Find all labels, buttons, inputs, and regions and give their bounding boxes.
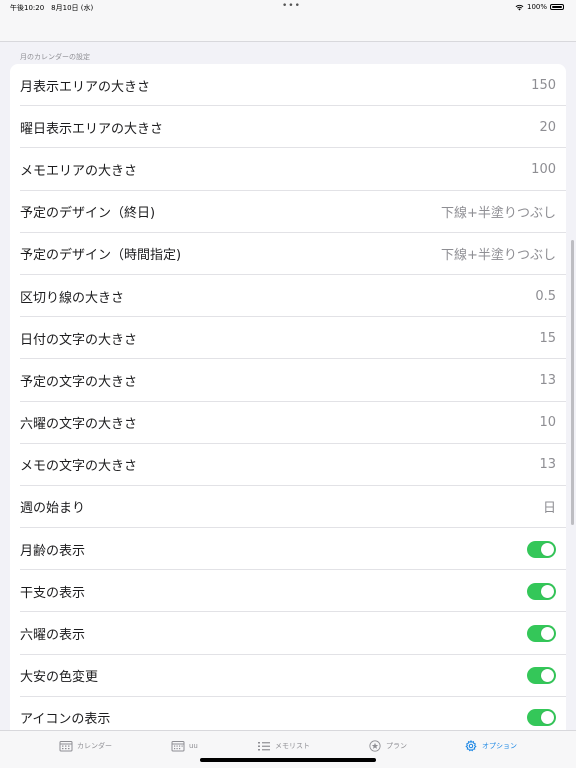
status-bar: 午後10:20 8月10日 (水) ••• 100% <box>0 0 576 14</box>
setting-row-month-area-size[interactable]: 月表示エリアの大きさ 150 <box>10 64 566 107</box>
tab-label: カレンダー <box>77 742 112 750</box>
setting-row-eto: 干支の表示 <box>10 570 566 613</box>
calendar-grid-icon <box>171 741 185 752</box>
tab-calendar[interactable]: カレンダー <box>59 740 112 752</box>
setting-row-event-design-allday[interactable]: 予定のデザイン（終日) 下線+半塗りつぶし <box>10 191 566 233</box>
setting-value: 下線+半塗りつぶし <box>440 248 556 264</box>
setting-row-weekday-area-size[interactable]: 曜日表示エリアの大きさ 20 <box>10 106 566 149</box>
setting-value: 13 <box>539 372 556 388</box>
eto-toggle[interactable] <box>527 582 556 600</box>
setting-label: 予定の文字の大きさ <box>20 374 138 390</box>
setting-row-event-font-size[interactable]: 予定の文字の大きさ 13 <box>10 359 566 402</box>
tab-label: オプション <box>482 742 517 750</box>
tab-plan[interactable]: プラン <box>368 740 407 752</box>
gear-icon <box>465 740 477 752</box>
setting-value: 100 <box>531 161 556 177</box>
setting-value: 日 <box>542 501 556 517</box>
calendar-icon <box>59 741 73 752</box>
setting-row-rokuyo: 六曜の表示 <box>10 612 566 655</box>
setting-label: 区切り線の大きさ <box>20 290 125 306</box>
star-icon <box>369 740 381 752</box>
setting-row-icon-display: アイコンの表示 <box>10 697 566 734</box>
setting-label: 予定のデザイン（終日) <box>20 206 156 222</box>
setting-label: 日付の文字の大きさ <box>20 332 138 348</box>
wifi-icon <box>515 4 524 10</box>
setting-value: 0.5 <box>535 288 556 304</box>
setting-row-rokuyo-font-size[interactable]: 六曜の文字の大きさ 10 <box>10 402 566 444</box>
tab-label: プラン <box>386 742 407 750</box>
section-header: 月のカレンダーの設定 <box>20 53 90 61</box>
tab-label: uu <box>189 742 198 750</box>
icon-display-toggle[interactable] <box>527 709 556 727</box>
setting-label: アイコンの表示 <box>20 712 111 728</box>
setting-label: 週の始まり <box>20 501 86 517</box>
setting-label: 六曜の文字の大きさ <box>20 417 138 433</box>
setting-label: 曜日表示エリアの大きさ <box>20 121 164 137</box>
battery-icon <box>550 4 564 10</box>
setting-label: 月齢の表示 <box>20 543 86 559</box>
setting-row-event-design-timed[interactable]: 予定のデザイン（時間指定) 下線+半塗りつぶし <box>10 233 566 276</box>
setting-row-taian-color: 大安の色変更 <box>10 655 566 698</box>
setting-label: 六曜の表示 <box>20 628 86 644</box>
setting-row-moon-age: 月齢の表示 <box>10 528 566 571</box>
setting-row-memo-font-size[interactable]: メモの文字の大きさ 13 <box>10 444 566 487</box>
setting-value: 150 <box>531 77 556 93</box>
status-time: 午後10:20 8月10日 (水) <box>10 4 94 12</box>
setting-row-memo-area-size[interactable]: メモエリアの大きさ 100 <box>10 148 566 191</box>
setting-label: メモエリアの大きさ <box>20 163 138 179</box>
setting-row-date-font-size[interactable]: 日付の文字の大きさ 15 <box>10 317 566 360</box>
setting-label: 月表示エリアの大きさ <box>20 79 151 95</box>
setting-value: 下線+半塗りつぶし <box>440 206 556 222</box>
tab-bar: カレンダー uu メモリスト プラン オプション <box>0 730 576 768</box>
status-right: 100% <box>515 3 564 11</box>
setting-label: 予定のデザイン（時間指定) <box>20 248 182 264</box>
tab-options[interactable]: オプション <box>464 740 517 752</box>
tab-uu[interactable]: uu <box>171 740 198 752</box>
multitasking-dots[interactable]: ••• <box>282 1 301 11</box>
scroll-indicator[interactable] <box>571 240 574 525</box>
tab-label: メモリスト <box>275 742 310 750</box>
settings-group: 月表示エリアの大きさ 150 曜日表示エリアの大きさ 20 メモエリアの大きさ … <box>10 64 566 734</box>
setting-label: 大安の色変更 <box>20 670 99 686</box>
moon-age-toggle[interactable] <box>527 540 556 558</box>
setting-value: 10 <box>539 415 556 431</box>
setting-label: メモの文字の大きさ <box>20 459 138 475</box>
home-indicator[interactable] <box>200 758 376 762</box>
setting-value: 15 <box>539 330 556 346</box>
taian-color-toggle[interactable] <box>527 667 556 685</box>
setting-row-week-start[interactable]: 週の始まり 日 <box>10 486 566 529</box>
setting-label: 干支の表示 <box>20 585 86 601</box>
setting-value: 13 <box>539 457 556 473</box>
battery-percent: 100% <box>526 3 547 11</box>
setting-value: 20 <box>539 119 556 135</box>
list-icon <box>258 742 270 751</box>
rokuyo-toggle[interactable] <box>527 625 556 643</box>
setting-row-divider-size[interactable]: 区切り線の大きさ 0.5 <box>10 275 566 318</box>
tab-memo-list[interactable]: メモリスト <box>257 740 310 752</box>
